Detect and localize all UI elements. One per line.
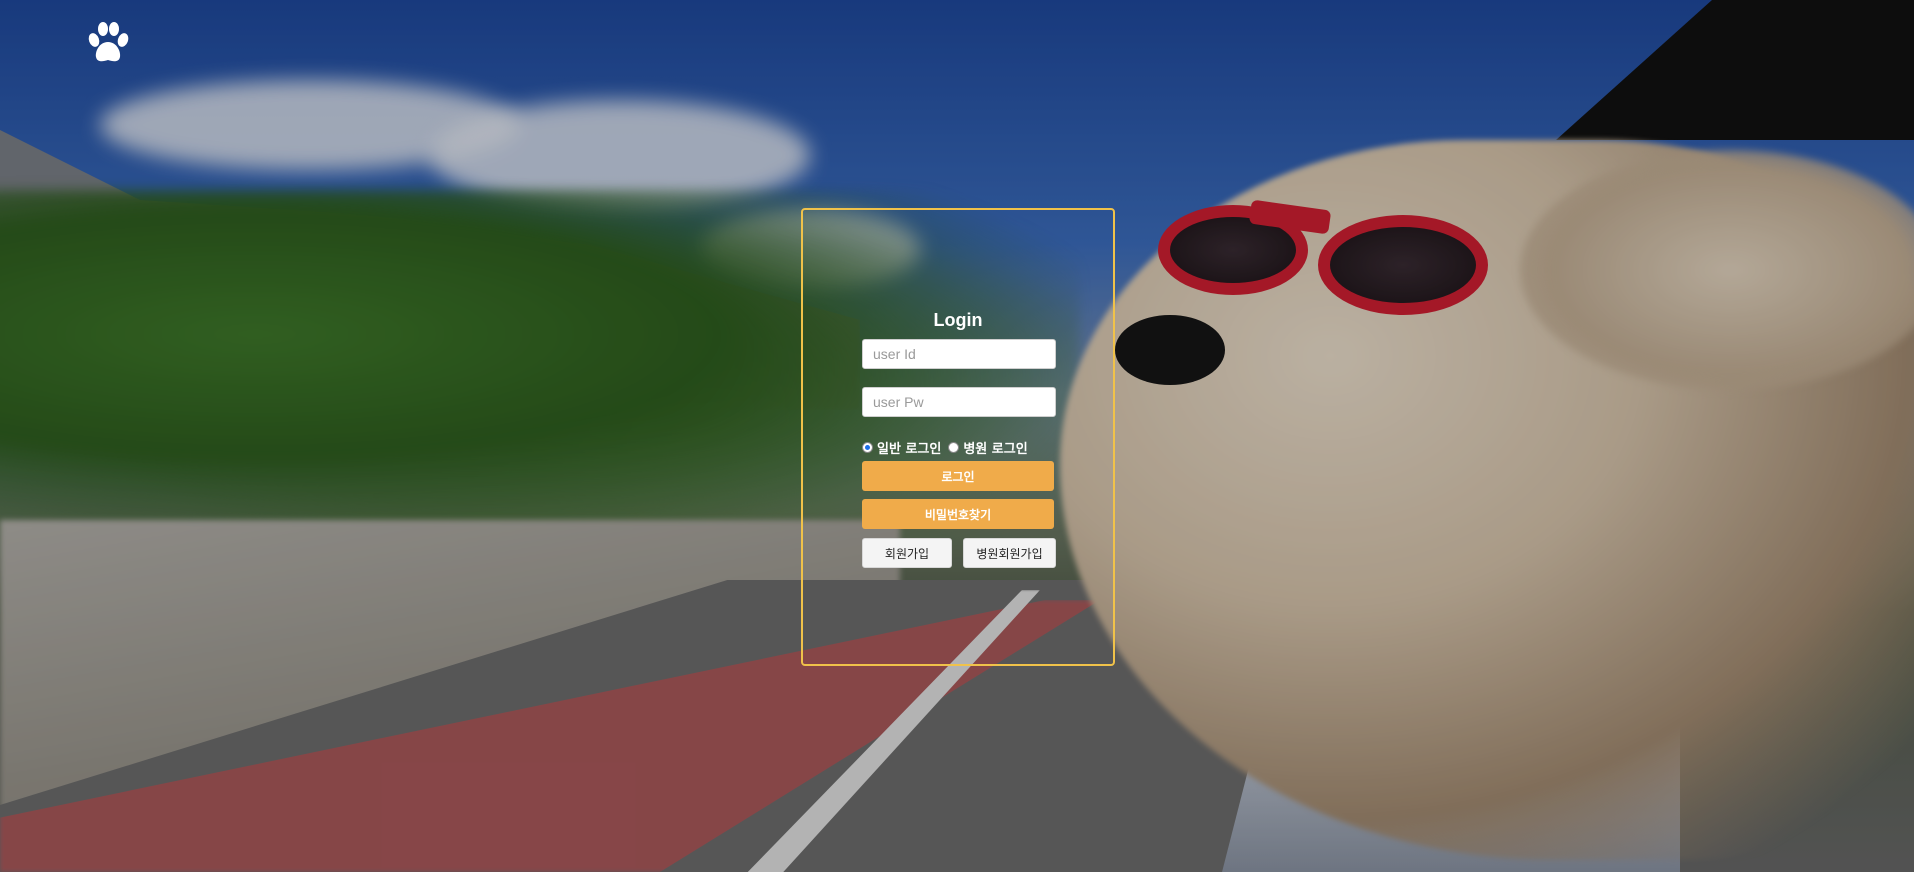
general-login-radio[interactable] [862,442,873,453]
general-login-label: 일반 로그인 [877,442,942,457]
hospital-signup-button[interactable]: 병원회원가입 [963,538,1056,568]
paw-icon[interactable] [84,20,132,68]
login-title: Login [933,310,983,330]
login-button[interactable]: 로그인 [862,461,1054,491]
user-id-input[interactable] [862,339,1056,369]
user-pw-input[interactable] [862,387,1056,417]
hospital-login-label: 병원 로그인 [963,442,1028,457]
hospital-login-radio[interactable] [948,442,960,453]
login-panel: Login 일반 로그인 병원 로그인 로그인 비밀번호찾기 회원가입 병원회원… [801,208,1115,666]
login-type-radio-group: 일반 로그인 병원 로그인 [862,438,1031,457]
find-password-button[interactable]: 비밀번호찾기 [862,499,1054,529]
signup-button[interactable]: 회원가입 [862,538,952,568]
